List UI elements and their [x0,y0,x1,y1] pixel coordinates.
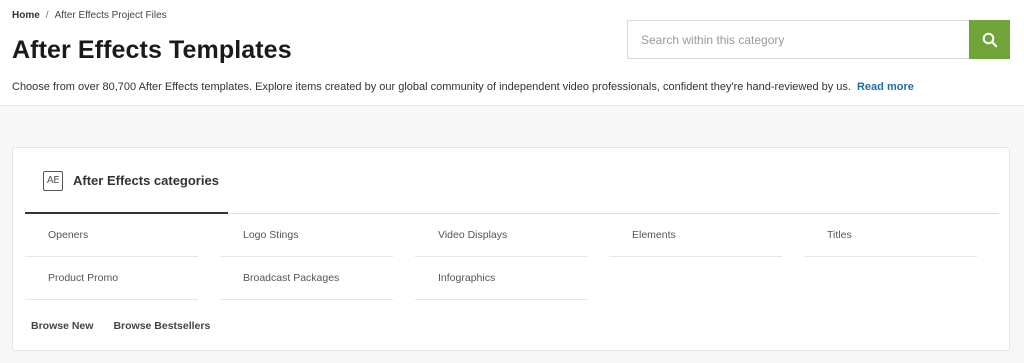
breadcrumb: Home / After Effects Project Files [12,10,167,21]
read-more-link[interactable]: Read more [857,81,914,93]
breadcrumb-current: After Effects Project Files [54,10,167,21]
category-search [627,20,1010,59]
categories-card: AE After Effects categories Openers Logo… [12,147,1010,351]
category-titles[interactable]: Titles [804,214,977,257]
page-title: After Effects Templates [12,36,292,64]
category-infographics[interactable]: Infographics [415,257,588,300]
category-description: Choose from over 80,700 After Effects te… [12,81,914,93]
after-effects-icon: AE [43,170,63,191]
breadcrumb-home-link[interactable]: Home [12,10,40,21]
search-button[interactable] [969,20,1010,59]
category-video-displays[interactable]: Video Displays [415,214,588,257]
category-broadcast-packages[interactable]: Broadcast Packages [220,257,393,300]
tab-label: After Effects categories [73,173,219,188]
page-header: Home / After Effects Project Files After… [0,0,1024,106]
browse-bestsellers-link[interactable]: Browse Bestsellers [113,320,210,332]
description-text: Choose from over 80,700 After Effects te… [12,81,851,93]
category-elements[interactable]: Elements [609,214,782,257]
search-input[interactable] [627,20,969,59]
category-logo-stings[interactable]: Logo Stings [220,214,393,257]
category-product-promo[interactable]: Product Promo [25,257,198,300]
browse-new-link[interactable]: Browse New [31,320,93,332]
breadcrumb-separator: / [45,10,49,21]
browse-links: Browse New Browse Bestsellers [31,320,210,332]
category-openers[interactable]: Openers [25,214,198,257]
tab-after-effects-categories[interactable]: AE After Effects categories [25,148,228,213]
search-icon [982,32,997,47]
